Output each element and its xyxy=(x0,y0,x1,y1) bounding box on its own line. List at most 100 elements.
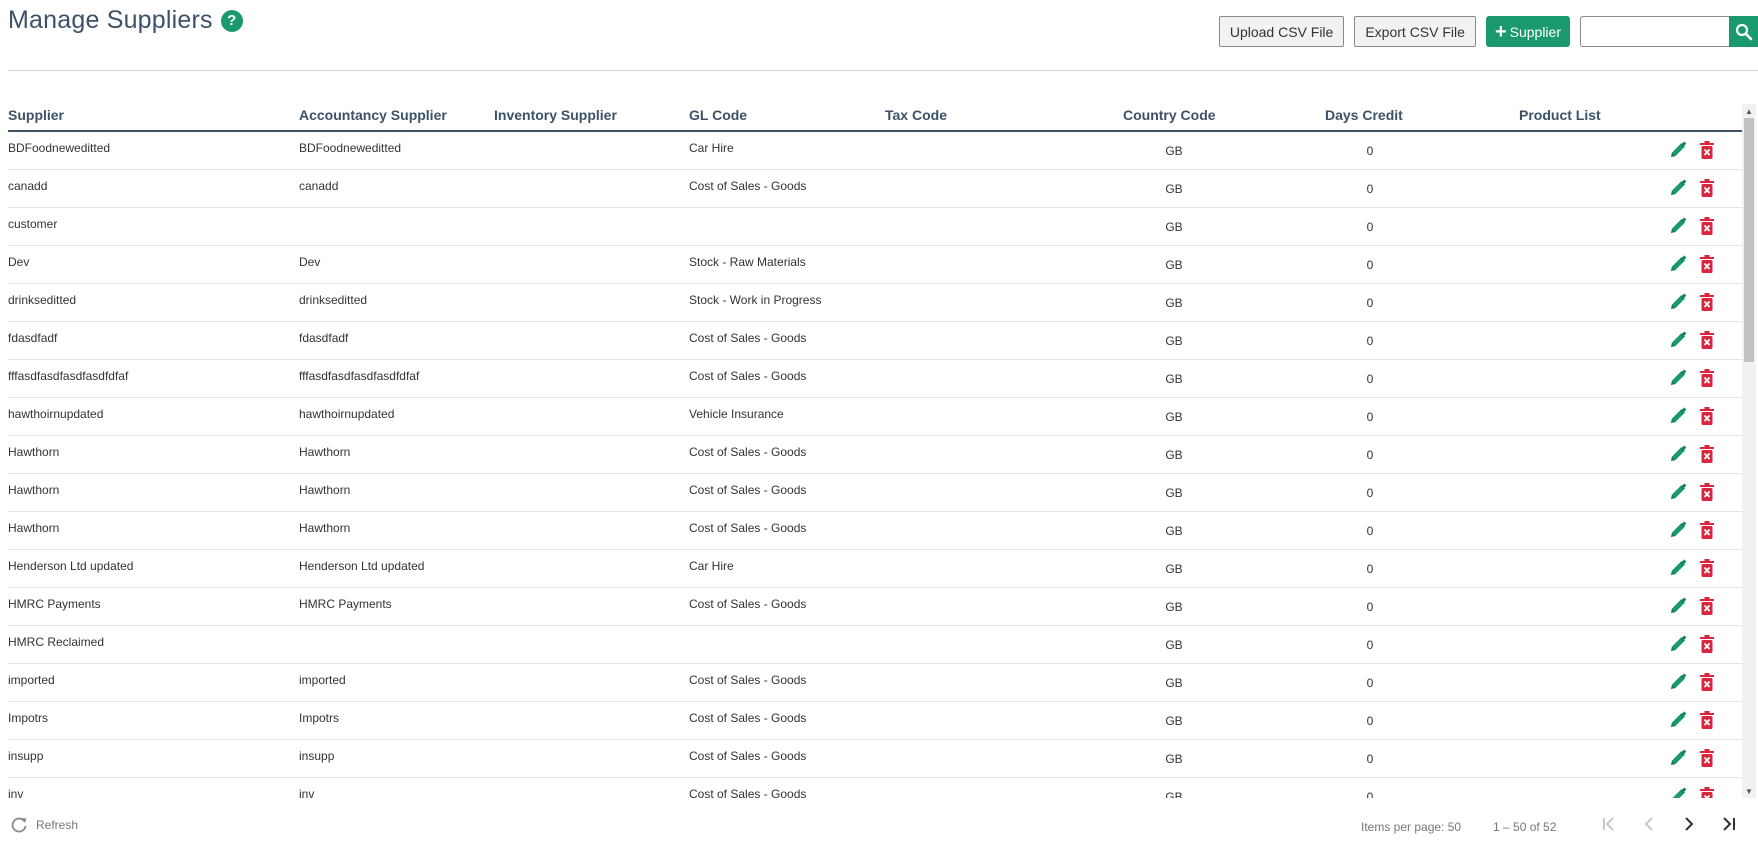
cell-supplier: Hawthorn xyxy=(8,445,60,459)
column-header-supplier[interactable]: Supplier xyxy=(8,107,64,123)
cell-accountancy-supplier: drinkseditted xyxy=(299,293,368,307)
pencil-icon[interactable] xyxy=(1668,368,1688,393)
first-page-icon[interactable] xyxy=(1599,814,1619,834)
trash-icon[interactable] xyxy=(1698,520,1716,545)
pencil-icon[interactable] xyxy=(1668,786,1688,798)
cell-country-code: GB xyxy=(1165,524,1183,538)
column-header-inventory-supplier[interactable]: Inventory Supplier xyxy=(494,107,617,123)
table-row[interactable]: inv inv Cost of Sales - Goods GB 0 xyxy=(8,778,1742,798)
trash-icon[interactable] xyxy=(1698,178,1716,203)
search-input[interactable] xyxy=(1580,16,1729,47)
scroll-thumb[interactable] xyxy=(1744,118,1754,362)
table-row[interactable]: insupp insupp Cost of Sales - Goods GB 0 xyxy=(8,740,1742,778)
pencil-icon[interactable] xyxy=(1668,406,1688,431)
add-supplier-button[interactable]: + Supplier xyxy=(1485,16,1570,47)
pencil-icon[interactable] xyxy=(1668,710,1688,735)
table-row[interactable]: Impotrs Impotrs Cost of Sales - Goods GB 0 xyxy=(8,702,1742,740)
trash-icon[interactable] xyxy=(1698,710,1716,735)
trash-icon[interactable] xyxy=(1698,596,1716,621)
trash-icon[interactable] xyxy=(1698,292,1716,317)
header-divider xyxy=(8,70,1758,71)
trash-icon[interactable] xyxy=(1698,406,1716,431)
pencil-icon[interactable] xyxy=(1668,482,1688,507)
cell-supplier: HMRC Reclaimed xyxy=(8,635,105,649)
table-row[interactable]: HMRC Payments HMRC Payments Cost of Sales … xyxy=(8,588,1742,626)
table-row[interactable]: Dev Dev Stock - Raw Materials GB 0 xyxy=(8,246,1742,284)
cell-days-credit: 0 xyxy=(1366,752,1374,766)
table-row[interactable]: Hawthorn Hawthorn Cost of Sales - Goods GB 0 xyxy=(8,474,1742,512)
cell-gl-code: Car Hire xyxy=(689,141,734,155)
cell-days-credit: 0 xyxy=(1366,524,1374,538)
column-header-days-credit[interactable]: Days Credit xyxy=(1325,107,1403,123)
table-row[interactable]: Henderson Ltd updated Henderson Ltd updat… xyxy=(8,550,1742,588)
table-row[interactable]: HMRC Reclaimed GB 0 xyxy=(8,626,1742,664)
cell-accountancy-supplier: Hawthorn xyxy=(299,483,351,497)
table-scrollbar[interactable]: ▲ ▼ xyxy=(1742,104,1756,798)
table-row[interactable]: hawthoirnupdated hawthoirnupdated Vehicle … xyxy=(8,398,1742,436)
cell-gl-code: Cost of Sales - Goods xyxy=(689,787,807,798)
table-row[interactable]: fdasdfadf fdasdfadf Cost of Sales - Goods G… xyxy=(8,322,1742,360)
column-header-gl-code[interactable]: GL Code xyxy=(689,107,747,123)
pencil-icon[interactable] xyxy=(1668,748,1688,773)
pencil-icon[interactable] xyxy=(1668,672,1688,697)
table-row[interactable]: fffasdfasdfasdfasdfdfaf fffasdfasdfasdfas… xyxy=(8,360,1742,398)
pencil-icon[interactable] xyxy=(1668,596,1688,621)
column-header-tax-code[interactable]: Tax Code xyxy=(885,107,947,123)
column-header-product-list[interactable]: Product List xyxy=(1519,107,1601,123)
pencil-icon[interactable] xyxy=(1668,178,1688,203)
cell-supplier: fdasdfadf xyxy=(8,331,58,345)
trash-icon[interactable] xyxy=(1698,558,1716,583)
table-row[interactable]: drinkseditted drinkseditted Stock - Work i… xyxy=(8,284,1742,322)
help-icon[interactable]: ? xyxy=(220,9,243,32)
table-row[interactable]: canadd canadd Cost of Sales - Goods GB 0 xyxy=(8,170,1742,208)
trash-icon[interactable] xyxy=(1698,672,1716,697)
export-csv-button[interactable]: Export CSV File xyxy=(1354,16,1476,47)
refresh-button[interactable]: Refresh xyxy=(10,816,78,834)
column-header-country-code[interactable]: Country Code xyxy=(1123,107,1216,123)
cell-days-credit: 0 xyxy=(1366,410,1374,424)
trash-icon[interactable] xyxy=(1698,254,1716,279)
pencil-icon[interactable] xyxy=(1668,254,1688,279)
trash-icon[interactable] xyxy=(1698,444,1716,469)
trash-icon[interactable] xyxy=(1698,634,1716,659)
trash-icon[interactable] xyxy=(1698,140,1716,165)
table-row[interactable]: BDFoodneweditted BDFoodneweditted Car Hire… xyxy=(8,132,1742,170)
pencil-icon[interactable] xyxy=(1668,558,1688,583)
cell-accountancy-supplier: hawthoirnupdated xyxy=(299,407,395,421)
trash-icon[interactable] xyxy=(1698,748,1716,773)
cell-accountancy-supplier: fffasdfasdfasdfasdfdfaf xyxy=(299,369,420,383)
pencil-icon[interactable] xyxy=(1668,292,1688,317)
trash-icon[interactable] xyxy=(1698,482,1716,507)
pencil-icon[interactable] xyxy=(1668,634,1688,659)
scroll-up-arrow-icon[interactable]: ▲ xyxy=(1742,104,1756,118)
trash-icon[interactable] xyxy=(1698,216,1716,241)
table-row[interactable]: imported imported Cost of Sales - Goods GB 0 xyxy=(8,664,1742,702)
column-header-accountancy-supplier[interactable]: Accountancy Supplier xyxy=(299,107,447,123)
search-button[interactable] xyxy=(1729,16,1758,47)
table-row[interactable]: Hawthorn Hawthorn Cost of Sales - Goods GB 0 xyxy=(8,436,1742,474)
previous-page-icon[interactable] xyxy=(1639,814,1659,834)
table-row[interactable]: Hawthorn Hawthorn Cost of Sales - Goods GB 0 xyxy=(8,512,1742,550)
trash-icon[interactable] xyxy=(1698,330,1716,355)
trash-icon[interactable] xyxy=(1698,786,1716,798)
search-icon xyxy=(1735,23,1752,40)
last-page-icon[interactable] xyxy=(1719,814,1739,834)
pencil-icon[interactable] xyxy=(1668,444,1688,469)
scroll-down-arrow-icon[interactable]: ▼ xyxy=(1742,784,1756,798)
cell-accountancy-supplier: Impotrs xyxy=(299,711,340,725)
pencil-icon[interactable] xyxy=(1668,330,1688,355)
cell-gl-code: Cost of Sales - Goods xyxy=(689,179,807,193)
page-title: Manage Suppliers xyxy=(8,6,213,34)
cell-gl-code: Cost of Sales - Goods xyxy=(689,445,807,459)
upload-csv-button[interactable]: Upload CSV File xyxy=(1218,16,1345,47)
trash-icon[interactable] xyxy=(1698,368,1716,393)
pencil-icon[interactable] xyxy=(1668,140,1688,165)
next-page-icon[interactable] xyxy=(1679,814,1699,834)
pencil-icon[interactable] xyxy=(1668,216,1688,241)
plus-icon: + xyxy=(1494,20,1507,43)
items-per-page[interactable]: Items per page: 50 xyxy=(1361,820,1461,834)
table-row[interactable]: customer GB 0 xyxy=(8,208,1742,246)
cell-accountancy-supplier: Dev xyxy=(299,255,321,269)
cell-country-code: GB xyxy=(1165,448,1183,462)
pencil-icon[interactable] xyxy=(1668,520,1688,545)
